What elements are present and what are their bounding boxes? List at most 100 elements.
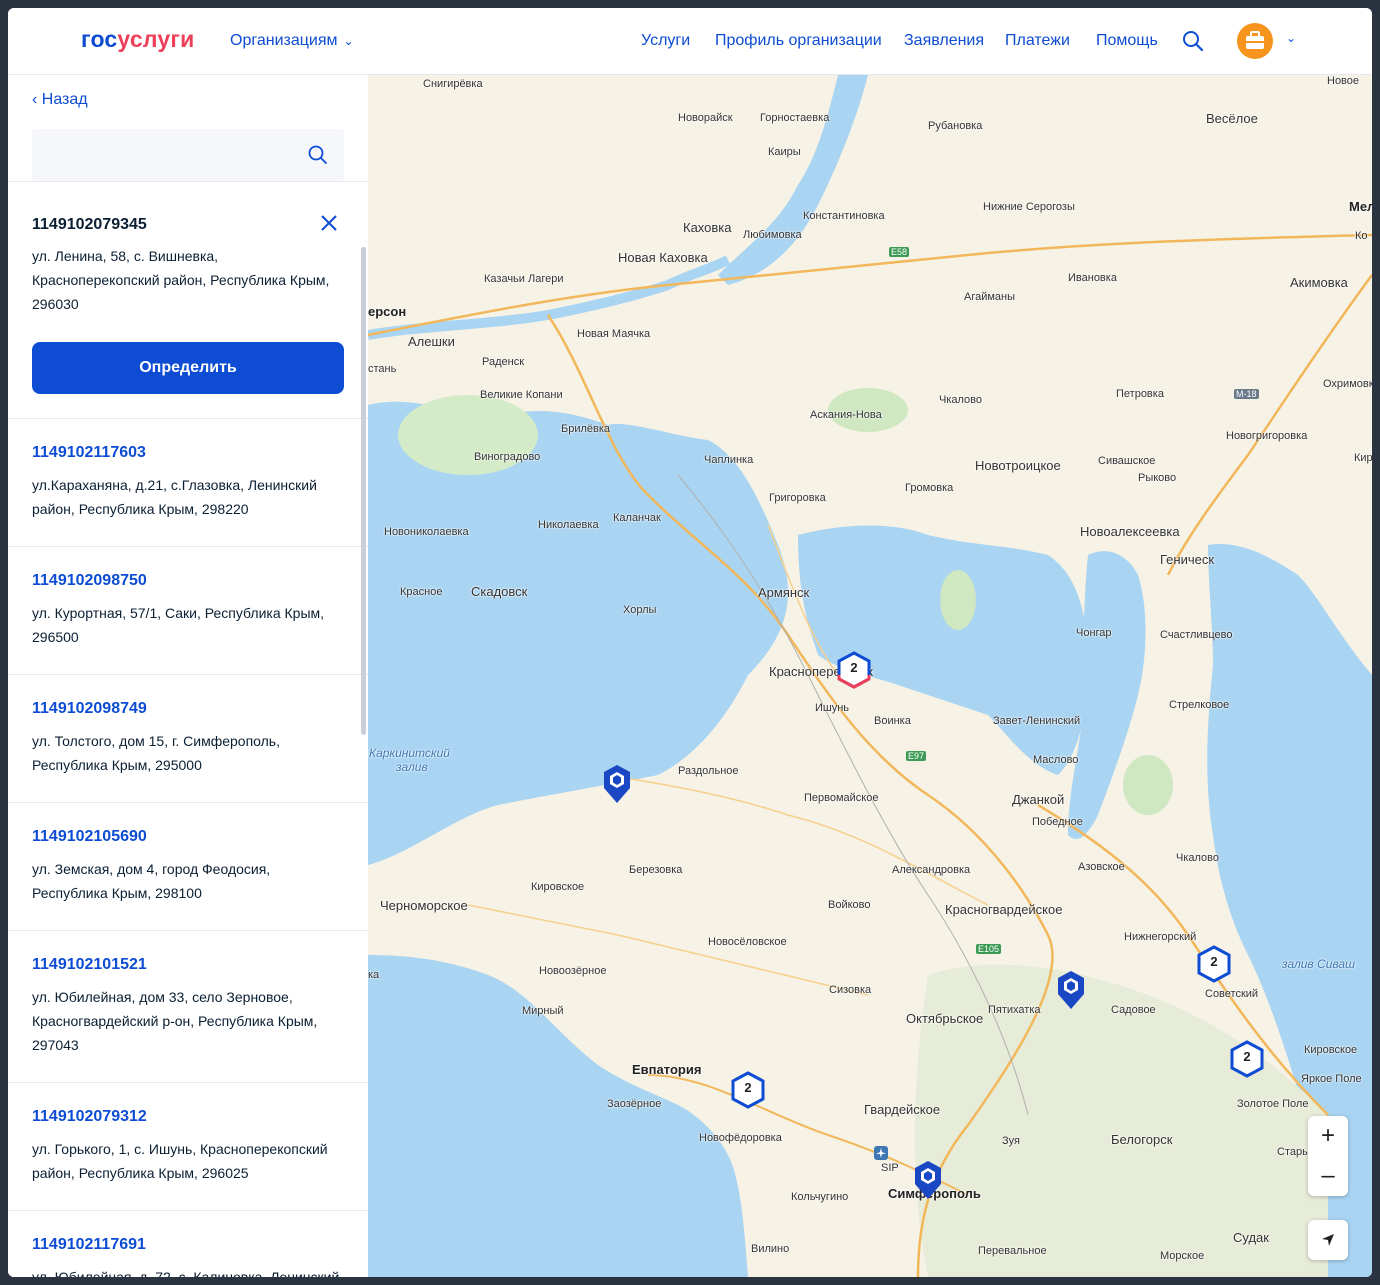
zoom-in-button[interactable]: + — [1308, 1116, 1348, 1156]
list-item[interactable]: 1149102101521 ул. Юбилейная, дом 33, сел… — [8, 930, 368, 1083]
map-label: Перевальное — [978, 1245, 1047, 1257]
search-icon[interactable] — [1182, 30, 1204, 52]
zoom-control: + – — [1308, 1116, 1348, 1196]
map-label: Азовское — [1078, 861, 1125, 873]
map-label: Новоалексеевка — [1080, 524, 1180, 539]
list-item[interactable]: 1149102105690 ул. Земская, дом 4, город … — [8, 802, 368, 931]
map-label: Морское — [1160, 1250, 1205, 1262]
back-link[interactable]: ‹ Назад — [32, 91, 88, 109]
list-item[interactable]: 1149102079312 ул. Горького, 1, с. Ишунь,… — [8, 1082, 368, 1211]
back-label: Назад — [41, 91, 88, 108]
map-label: Раздольное — [678, 765, 739, 777]
map-pin-icon[interactable] — [602, 763, 632, 805]
road-major — [1166, 274, 1372, 576]
nav-help[interactable]: Помощь — [1096, 32, 1158, 50]
determine-button[interactable]: Определить — [32, 342, 344, 394]
map-label: Победное — [1032, 816, 1083, 828]
map-label: Новая Каховка — [618, 250, 708, 265]
map-label: Константиновка — [803, 210, 885, 222]
org-avatar[interactable] — [1237, 23, 1273, 59]
map-label: Скадовск — [471, 584, 528, 599]
map-label: Новосёловское — [708, 936, 787, 948]
item-code[interactable]: 1149102101521 — [32, 956, 147, 974]
item-address: ул. Юбилейная, дом 33, село Зерновое, Кр… — [32, 989, 318, 1053]
map-label: Новогригоровка — [1226, 430, 1308, 442]
map-label: Евпатория — [632, 1062, 702, 1077]
map-label: Черноморское — [380, 898, 468, 913]
item-code[interactable]: 1149102098750 — [32, 572, 147, 590]
sea-west — [368, 401, 788, 865]
item-code[interactable]: 1149102117603 — [32, 444, 146, 462]
map-label: Октябрьское — [906, 1011, 984, 1026]
gosuslugi-logo[interactable]: госуслуги — [81, 26, 194, 53]
organizations-menu-label: Организациям — [230, 32, 338, 49]
sidebar-scrollbar[interactable] — [361, 247, 366, 735]
nav-payments[interactable]: Платежи — [1005, 32, 1070, 50]
cluster-marker[interactable]: 2 — [1196, 945, 1232, 988]
map-label: Нижнегорский — [1124, 931, 1197, 943]
map-pin-icon[interactable] — [1056, 969, 1086, 1011]
map-pin-icon[interactable] — [913, 1159, 943, 1201]
park-area — [940, 570, 976, 630]
cluster-marker[interactable]: 2 — [1229, 1040, 1265, 1083]
map-label: Новотроицкое — [975, 458, 1061, 473]
item-code[interactable]: 1149102098749 — [32, 700, 147, 718]
road-minor — [607, 774, 989, 906]
map-label: Раденск — [482, 356, 525, 368]
cluster-count: 2 — [1243, 1049, 1251, 1064]
nav-applications[interactable]: Заявления — [904, 32, 984, 50]
road-shield: E97 — [906, 751, 927, 761]
list-item[interactable]: 1149102098749 ул. Толстого, дом 15, г. С… — [8, 674, 368, 803]
map-label: Новофёдоровка — [699, 1132, 782, 1144]
map-label: Горностаевка — [760, 112, 830, 124]
item-code[interactable]: 1149102079312 — [32, 1108, 147, 1126]
map-label: Брилёвка — [561, 423, 611, 435]
app-window: госуслуги Организациям ⌄ Услуги Профиль о… — [8, 8, 1372, 1277]
list-item[interactable]: 1149102098750 ул. Курортная, 57/1, Саки,… — [8, 546, 368, 675]
map-label: Геническ — [1160, 552, 1215, 567]
map-label: Березовка — [629, 864, 683, 876]
item-address: ул. Юбилейная, д. 72, с. Калиновка, Лени… — [32, 1269, 340, 1277]
map-label: Новая Маячка — [577, 328, 651, 340]
close-icon[interactable] — [319, 213, 339, 233]
map-label: Агайманы — [964, 291, 1016, 303]
map-label: Хорлы — [623, 604, 657, 616]
chevron-down-icon[interactable]: ⌄ — [1286, 31, 1296, 45]
map-label: Пятихатка — [988, 1004, 1041, 1016]
map-label: Новониколаевка — [384, 526, 469, 538]
item-address: ул. Толстого, дом 15, г. Симферополь, Ре… — [32, 733, 280, 773]
item-code[interactable]: 1149102105690 — [32, 828, 147, 846]
logo-part-2: услуги — [117, 26, 195, 52]
map-label: Акимовка — [1290, 275, 1348, 290]
sea-west-lower — [368, 955, 748, 1277]
cluster-marker[interactable]: 2 — [730, 1071, 766, 1114]
map-label: Новое — [1327, 75, 1360, 87]
map-label: Каркинитский — [369, 746, 450, 760]
map-label: Кировское — [531, 881, 585, 893]
cluster-count: 2 — [850, 660, 858, 675]
nav-services[interactable]: Услуги — [641, 32, 690, 50]
road-minor — [467, 904, 869, 996]
organizations-menu[interactable]: Организациям ⌄ — [230, 32, 354, 50]
map-label: стань — [368, 363, 397, 375]
zoom-out-button[interactable]: – — [1308, 1156, 1348, 1196]
map-label: Каховка — [683, 220, 732, 235]
map-label: ка — [368, 969, 380, 981]
cluster-marker[interactable]: 2 — [836, 651, 872, 694]
map-label: Чкалово — [939, 394, 983, 406]
map-label: Вилино — [751, 1243, 790, 1255]
nav-org-profile[interactable]: Профиль организации — [715, 32, 882, 50]
list-item[interactable]: 1149102117603 ул.Караханяна, д.21, с.Гла… — [8, 418, 368, 547]
search-input[interactable] — [32, 129, 344, 181]
map-view[interactable]: Снигирёвка Новорайск Горностаевка Рубано… — [368, 75, 1372, 1277]
cluster-count: 2 — [1210, 954, 1218, 969]
item-code[interactable]: 1149102117691 — [32, 1236, 146, 1254]
map-label: Охримовк — [1323, 378, 1372, 390]
search-icon[interactable] — [308, 145, 328, 165]
locate-button[interactable] — [1308, 1220, 1348, 1260]
map-label: Новорайск — [678, 112, 733, 124]
selected-code: 1149102079345 — [32, 216, 147, 233]
list-item[interactable]: 1149102117691 ул. Юбилейная, д. 72, с. К… — [8, 1210, 368, 1277]
map-label: Алешки — [408, 334, 455, 349]
map-label: Советский — [1205, 988, 1259, 1000]
